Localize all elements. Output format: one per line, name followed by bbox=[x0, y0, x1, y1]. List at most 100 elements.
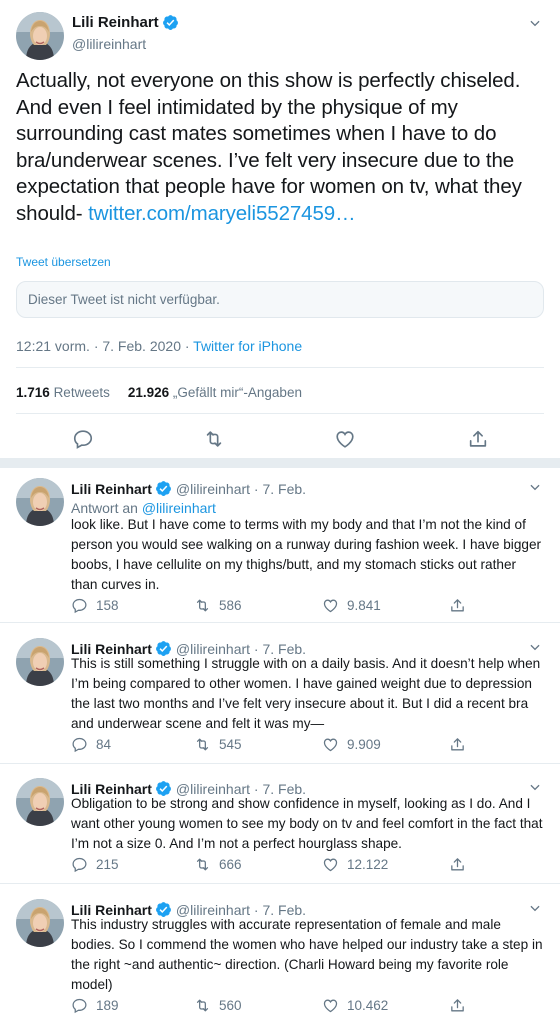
retweet-count: 545 bbox=[219, 737, 242, 752]
reply-actions: 84 545 9.909 bbox=[71, 736, 491, 754]
reply-actions: 189 560 10.462 bbox=[71, 997, 491, 1015]
reply-count: 158 bbox=[96, 598, 119, 613]
author-name[interactable]: Lili Reinhart bbox=[71, 481, 152, 497]
like-count: 9.841 bbox=[347, 598, 381, 613]
reply-icon[interactable] bbox=[71, 597, 88, 614]
chevron-down-icon[interactable] bbox=[528, 780, 542, 794]
share-icon[interactable] bbox=[449, 597, 466, 614]
retweets-label: Retweets bbox=[53, 385, 110, 400]
reply-to: Antwort an @lilireinhart bbox=[71, 500, 216, 516]
reply-tweet[interactable]: Lili Reinhart @lilireinhart · 7. Feb. Th… bbox=[0, 889, 560, 1025]
retweet-icon[interactable] bbox=[194, 736, 211, 753]
reply-count: 215 bbox=[96, 857, 119, 872]
retweet-action[interactable]: 586 bbox=[194, 597, 242, 614]
avatar[interactable] bbox=[16, 12, 64, 60]
section-separator bbox=[0, 458, 560, 468]
share-icon[interactable] bbox=[449, 997, 466, 1014]
tweet-link[interactable]: twitter.com/maryeli5527459… bbox=[88, 202, 355, 225]
author-handle[interactable]: @lilireinhart bbox=[72, 36, 146, 52]
reply-action[interactable]: 84 bbox=[71, 736, 111, 753]
share-icon[interactable] bbox=[449, 856, 466, 873]
reply-action[interactable]: 215 bbox=[71, 856, 119, 873]
reply-header: Lili Reinhart @lilireinhart · 7. Feb. bbox=[71, 480, 306, 497]
share-action[interactable] bbox=[449, 997, 466, 1014]
reply-text: This industry struggles with accurate re… bbox=[71, 917, 543, 992]
divider bbox=[16, 413, 544, 414]
divider bbox=[16, 367, 544, 368]
divider bbox=[0, 763, 560, 764]
reply-to-handle[interactable]: @lilireinhart bbox=[142, 500, 216, 516]
retweet-count: 560 bbox=[219, 998, 242, 1013]
verified-badge-icon bbox=[155, 480, 172, 497]
retweet-action[interactable]: 545 bbox=[194, 736, 242, 753]
reply-actions: 158 586 9.841 bbox=[71, 597, 491, 615]
avatar[interactable] bbox=[16, 778, 64, 826]
reply-tweet[interactable]: Lili Reinhart @lilireinhart · 7. Feb. Th… bbox=[0, 628, 560, 764]
retweet-action[interactable]: 666 bbox=[194, 856, 242, 873]
avatar[interactable] bbox=[16, 899, 64, 947]
chevron-down-icon[interactable] bbox=[528, 640, 542, 654]
reply-text: This is still something I struggle with … bbox=[71, 656, 541, 731]
reply-tweet[interactable]: Lili Reinhart @lilireinhart · 7. Feb. Ob… bbox=[0, 768, 560, 884]
divider bbox=[0, 622, 560, 623]
like-action[interactable]: 12.122 bbox=[322, 856, 388, 873]
divider bbox=[0, 883, 560, 884]
retweet-icon[interactable] bbox=[194, 597, 211, 614]
reply-icon[interactable] bbox=[71, 997, 88, 1014]
like-count: 10.462 bbox=[347, 998, 389, 1013]
reply-icon[interactable] bbox=[71, 856, 88, 873]
reply-tweet[interactable]: Lili Reinhart @lilireinhart · 7. Feb. An… bbox=[0, 468, 560, 622]
share-action[interactable] bbox=[449, 736, 466, 753]
retweet-count: 666 bbox=[219, 857, 242, 872]
author-handle[interactable]: @lilireinhart · 7. Feb. bbox=[176, 481, 306, 497]
like-action[interactable]: 10.462 bbox=[322, 997, 388, 1014]
reply-count: 189 bbox=[96, 998, 119, 1013]
likes-stat[interactable]: 21.926 „Gefällt mir“-Angaben bbox=[128, 385, 302, 400]
tweet-meta: 12:21 vorm. · 7. Feb. 2020 · Twitter for… bbox=[16, 338, 302, 354]
like-icon[interactable] bbox=[322, 856, 339, 873]
share-action[interactable] bbox=[449, 856, 466, 873]
likes-count: 21.926 bbox=[127, 385, 170, 400]
main-tweet: Lili Reinhart @lilireinhart Actually, no… bbox=[0, 0, 560, 460]
retweet-icon[interactable] bbox=[203, 428, 225, 450]
tweet-stats: 1.716 Retweets 21.926 „Gefällt mir“-Anga… bbox=[16, 385, 302, 400]
like-icon[interactable] bbox=[322, 736, 339, 753]
like-icon[interactable] bbox=[322, 597, 339, 614]
share-icon[interactable] bbox=[467, 428, 489, 450]
author-name[interactable]: Lili Reinhart bbox=[72, 14, 179, 31]
reply-action[interactable]: 189 bbox=[71, 997, 119, 1014]
like-icon[interactable] bbox=[334, 428, 356, 450]
avatar[interactable] bbox=[16, 478, 64, 526]
like-icon[interactable] bbox=[322, 997, 339, 1014]
like-action[interactable]: 9.841 bbox=[322, 597, 381, 614]
chevron-down-icon[interactable] bbox=[528, 901, 542, 915]
like-count: 12.122 bbox=[347, 857, 389, 872]
like-count: 9.909 bbox=[347, 737, 381, 752]
tweet-text: Actually, not everyone on this show is p… bbox=[16, 68, 552, 227]
avatar[interactable] bbox=[16, 638, 64, 686]
author-name-text[interactable]: Lili Reinhart bbox=[72, 14, 159, 31]
reply-to-label: Antwort an bbox=[71, 500, 142, 516]
retweet-count: 586 bbox=[219, 598, 242, 613]
retweet-icon[interactable] bbox=[194, 856, 211, 873]
reply-icon[interactable] bbox=[72, 428, 94, 450]
share-action[interactable] bbox=[449, 597, 466, 614]
retweet-action[interactable]: 560 bbox=[194, 997, 242, 1014]
reply-icon[interactable] bbox=[71, 736, 88, 753]
reply-text: Obligation to be strong and show confide… bbox=[71, 796, 543, 851]
chevron-down-icon[interactable] bbox=[528, 16, 542, 30]
source-link[interactable]: Twitter for iPhone bbox=[193, 338, 302, 354]
chevron-down-icon[interactable] bbox=[528, 480, 542, 494]
tweet-actions bbox=[0, 428, 560, 450]
likes-label: „Gefällt mir“-Angaben bbox=[172, 385, 302, 400]
reply-action[interactable]: 158 bbox=[71, 597, 119, 614]
translate-link[interactable]: Tweet übersetzen bbox=[16, 255, 111, 269]
like-action[interactable]: 9.909 bbox=[322, 736, 381, 753]
verified-badge-icon bbox=[162, 14, 179, 31]
reply-text: look like. But I have come to terms with… bbox=[71, 517, 542, 592]
timestamp[interactable]: 12:21 vorm. · 7. Feb. 2020 · bbox=[16, 338, 193, 354]
reply-actions: 215 666 12.122 bbox=[71, 856, 491, 874]
retweets-stat[interactable]: 1.716 Retweets bbox=[16, 385, 110, 400]
share-icon[interactable] bbox=[449, 736, 466, 753]
retweet-icon[interactable] bbox=[194, 997, 211, 1014]
